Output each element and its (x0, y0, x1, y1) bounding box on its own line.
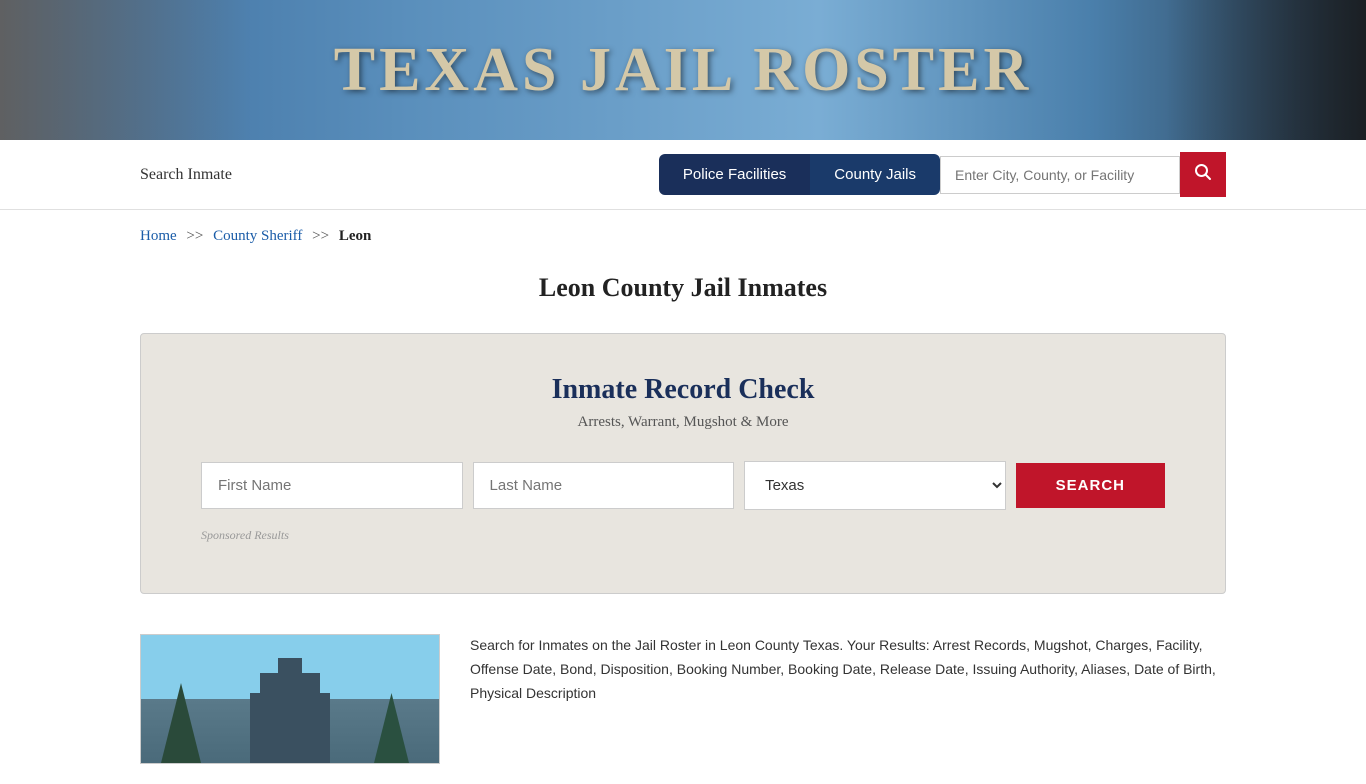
breadcrumb-sep-2: >> (312, 228, 329, 244)
state-select[interactable]: Texas (744, 461, 1006, 510)
site-title: Texas Jail Roster (334, 35, 1033, 106)
inmate-search-button[interactable]: SEARCH (1016, 463, 1165, 508)
breadcrumb-county-sheriff[interactable]: County Sheriff (213, 228, 302, 244)
county-jails-button[interactable]: County Jails (810, 154, 940, 195)
facility-image (140, 634, 440, 764)
breadcrumb-sep-1: >> (186, 228, 203, 244)
breadcrumb-current: Leon (339, 228, 372, 244)
facility-image-inner (141, 635, 439, 763)
first-name-input[interactable] (201, 462, 463, 509)
breadcrumb-home[interactable]: Home (140, 228, 177, 244)
facility-search-input[interactable] (940, 156, 1180, 194)
capitol-decoration (0, 0, 250, 140)
page-title: Leon County Jail Inmates (0, 273, 1366, 303)
police-facilities-button[interactable]: Police Facilities (659, 154, 810, 195)
header-banner: Texas Jail Roster (0, 0, 1366, 140)
search-icon (1194, 163, 1212, 181)
bottom-description: Search for Inmates on the Jail Roster in… (470, 634, 1226, 764)
keys-decoration (1166, 0, 1366, 140)
last-name-input[interactable] (473, 462, 735, 509)
nav-right: Police Facilities County Jails (659, 152, 1226, 197)
breadcrumb: Home >> County Sheriff >> Leon (0, 210, 1366, 263)
tree-right-decoration (374, 693, 409, 763)
record-check-form: Texas SEARCH (201, 461, 1165, 510)
record-check-card: Inmate Record Check Arrests, Warrant, Mu… (140, 333, 1226, 594)
navbar: Search Inmate Police Facilities County J… (0, 140, 1366, 210)
bottom-section: Search for Inmates on the Jail Roster in… (0, 614, 1366, 784)
page-title-wrap: Leon County Jail Inmates (0, 263, 1366, 323)
record-check-title: Inmate Record Check (201, 374, 1165, 406)
tree-left-decoration (161, 683, 201, 763)
facility-search-button[interactable] (1180, 152, 1226, 197)
building-decoration (250, 693, 330, 763)
record-check-subtitle: Arrests, Warrant, Mugshot & More (201, 414, 1165, 431)
sponsored-label: Sponsored Results (201, 528, 1165, 543)
search-inmate-label: Search Inmate (140, 166, 232, 184)
